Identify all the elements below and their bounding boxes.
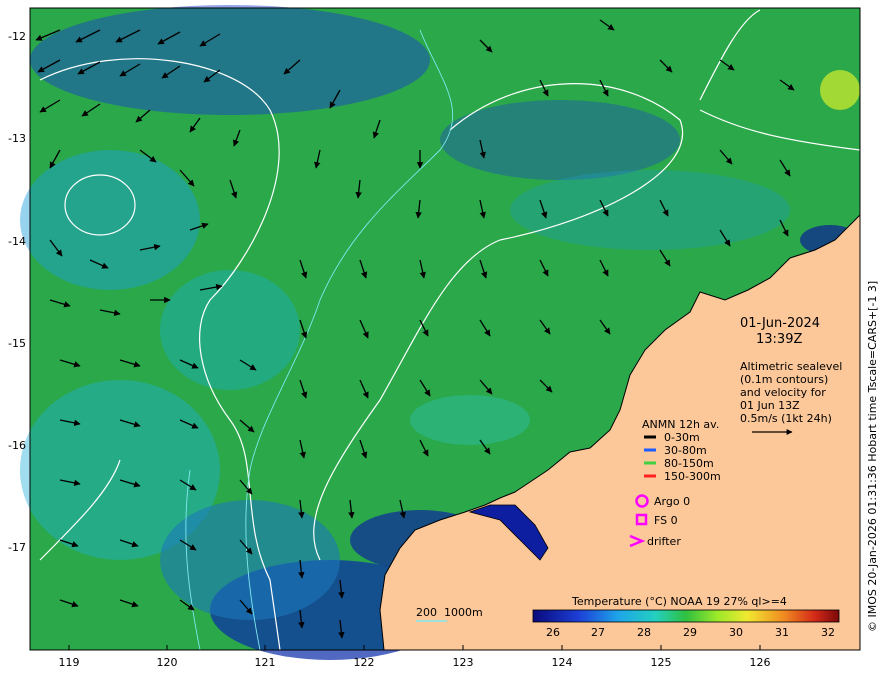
colorbar-tick: 27 xyxy=(591,626,605,639)
anmn-item-label: 30-80m xyxy=(664,444,707,457)
lon-tick: 120 xyxy=(157,656,178,669)
lon-tick: 125 xyxy=(651,656,672,669)
colorbar-tick: 26 xyxy=(546,626,560,639)
timestamp-time: 13:39Z xyxy=(756,332,802,347)
anmn-title: ANMN 12h av. xyxy=(642,418,719,431)
altimetry-line: Altimetric sealevel xyxy=(740,360,842,373)
colorbar-tick: 28 xyxy=(637,626,651,639)
lon-tick: 121 xyxy=(255,656,276,669)
colorbar xyxy=(532,609,840,623)
lat-tick: -13 xyxy=(8,132,26,145)
fs-label: FS 0 xyxy=(654,514,678,527)
colorbar-tick: 30 xyxy=(729,626,743,639)
lon-tick: 119 xyxy=(59,656,80,669)
lat-tick: -17 xyxy=(8,541,26,554)
lon-tick: 126 xyxy=(750,656,771,669)
lat-tick: -15 xyxy=(8,337,26,350)
colorbar-tick: 31 xyxy=(775,626,789,639)
anmn-item-label: 150-300m xyxy=(664,470,721,483)
bathy-label: 200 1000m xyxy=(416,606,483,619)
altimetry-line: 0.5m/s (1kt 24h) xyxy=(740,412,832,425)
timestamp-date: 01-Jun-2024 xyxy=(740,316,820,331)
sst-map: 119 120 121 122 123 124 125 126 -12 -13 … xyxy=(8,5,879,669)
lon-tick: 122 xyxy=(354,656,375,669)
altimetry-line: 01 Jun 13Z xyxy=(740,399,800,412)
colorbar-tick: 29 xyxy=(683,626,697,639)
drifter-label: drifter xyxy=(647,535,681,548)
colorbar-title: Temperature (°C) NOAA 19 27% ql>=4 xyxy=(571,595,787,608)
lat-tick: -14 xyxy=(8,235,26,248)
lon-tick: 124 xyxy=(552,656,573,669)
lat-tick: -12 xyxy=(8,30,26,43)
lon-tick: 123 xyxy=(453,656,474,669)
colorbar-tick: 32 xyxy=(821,626,835,639)
altimetry-line: (0.1m contours) xyxy=(740,373,828,386)
argo-label: Argo 0 xyxy=(654,495,690,508)
altimetry-line: and velocity for xyxy=(740,386,826,399)
anmn-item-label: 80-150m xyxy=(664,457,714,470)
anmn-item-label: 0-30m xyxy=(664,431,700,444)
lat-tick: -16 xyxy=(8,439,26,452)
side-caption: © IMOS 20-Jan-2026 01:31:36 Hobart time … xyxy=(866,281,879,632)
